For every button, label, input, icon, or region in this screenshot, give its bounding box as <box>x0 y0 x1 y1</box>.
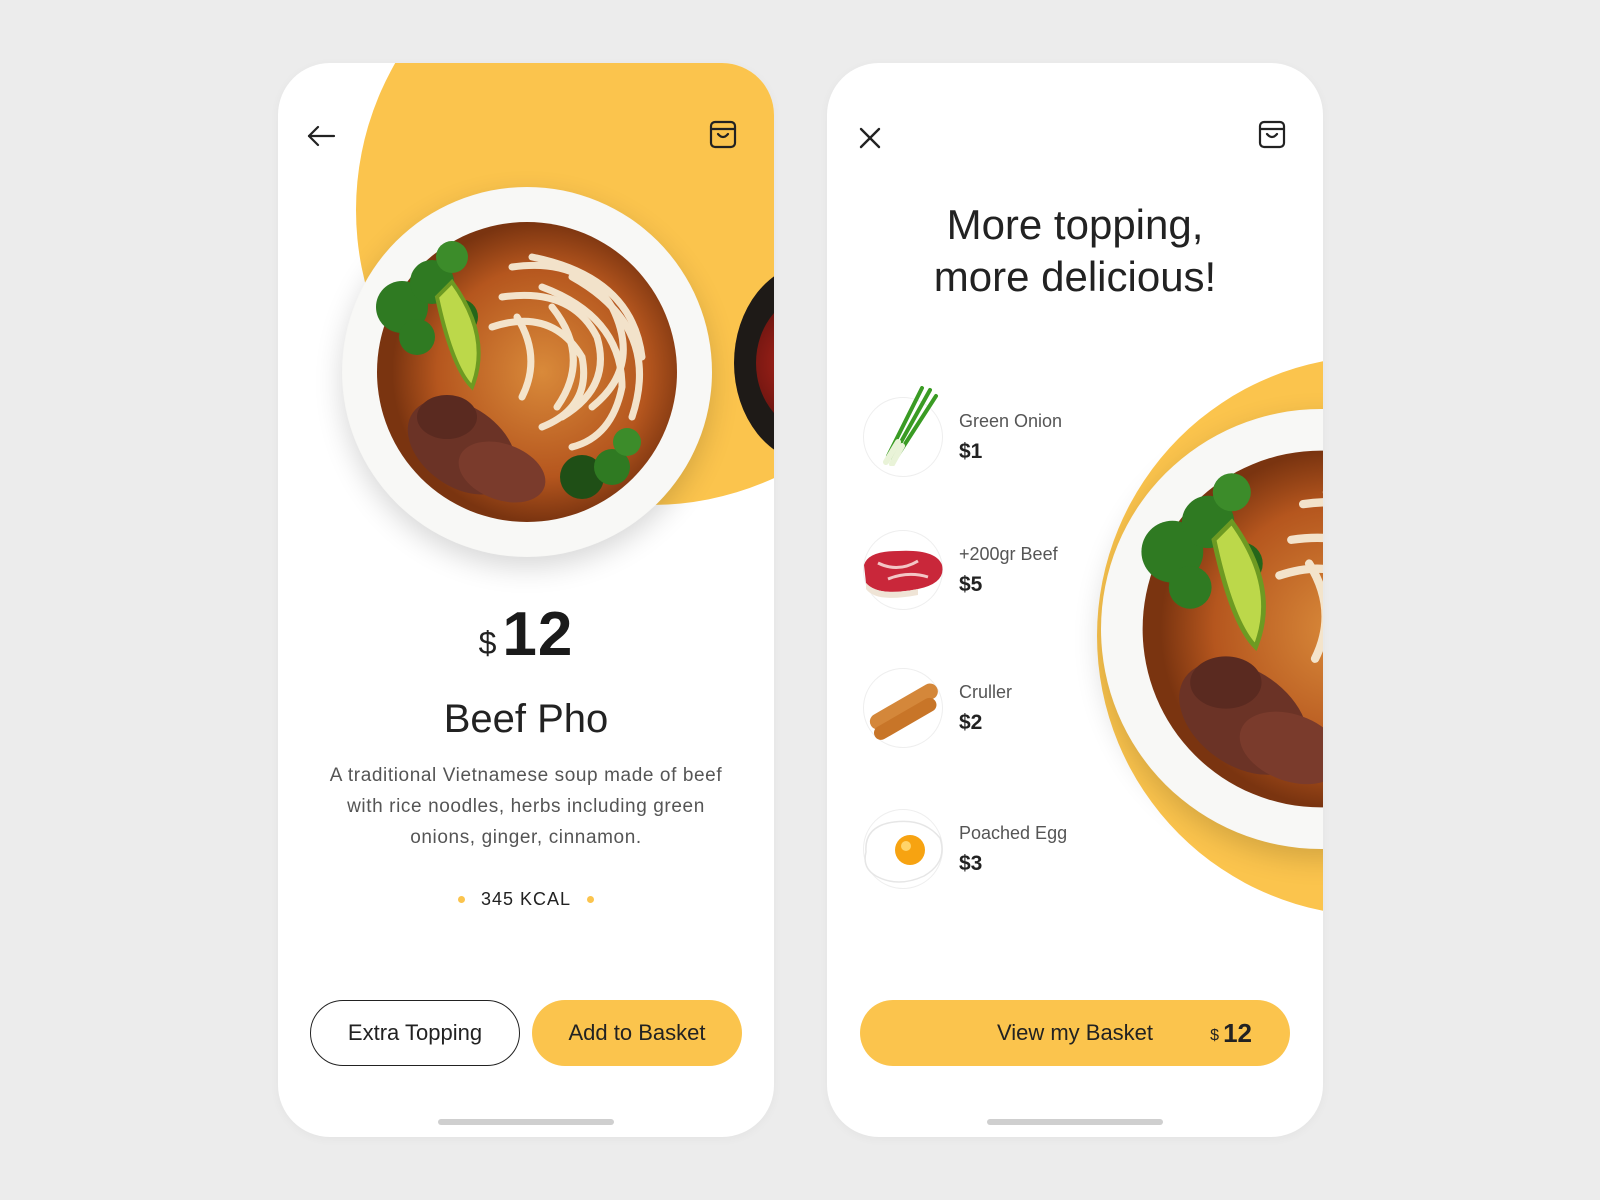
shopping-bag-icon <box>1258 119 1286 154</box>
topping-item-cruller[interactable]: Cruller $2 <box>863 668 1012 748</box>
extra-topping-label: Extra Topping <box>347 1020 483 1045</box>
topping-price: $3 <box>959 851 983 875</box>
close-button[interactable] <box>853 123 887 157</box>
close-icon <box>858 126 882 155</box>
dish-title: Beef Pho <box>443 697 609 741</box>
shopping-bag-icon <box>709 119 737 154</box>
topping-name: Green Onion <box>959 410 1063 431</box>
back-button[interactable] <box>304 121 338 155</box>
cart-button[interactable] <box>1255 119 1289 153</box>
topping-item-beef[interactable]: +200gr Beef $5 <box>863 530 1058 610</box>
green-onion-image[interactable] <box>863 386 943 477</box>
headline-line-1: More topping, <box>946 201 1204 248</box>
cruller-image[interactable] <box>863 668 943 748</box>
topping-price: $5 <box>959 572 983 596</box>
topping-item-poached-egg[interactable]: Poached Egg $3 <box>863 809 1067 889</box>
price-value: 12 <box>502 600 574 669</box>
headline-line-2: more delicious! <box>933 253 1217 300</box>
currency-symbol: $ <box>478 625 497 661</box>
dot-icon <box>587 896 595 903</box>
headline: More topping, more delicious! <box>827 199 1323 303</box>
extra-topping-button[interactable]: Extra Topping <box>310 1000 520 1066</box>
calories-text: 345 KCAL <box>480 889 572 909</box>
home-indicator[interactable] <box>438 1119 614 1125</box>
poached-egg-image[interactable] <box>863 809 943 889</box>
topping-name: +200gr Beef <box>959 543 1058 564</box>
beef-steak-image[interactable] <box>863 530 943 610</box>
beef-pho-bowl-image <box>342 187 712 557</box>
basket-price-value: 12 <box>1223 1017 1252 1048</box>
dot-icon <box>457 896 465 903</box>
basket-total: $ 12 <box>1210 1018 1252 1049</box>
price-display: $ 12 <box>278 599 774 670</box>
topping-screen: More topping, more delicious! Green Onio… <box>827 63 1323 1137</box>
beef-pho-bowl-image <box>1101 409 1323 849</box>
topping-name: Cruller <box>959 681 1013 702</box>
topping-item-green-onion[interactable]: Green Onion $1 <box>863 386 1063 477</box>
cart-button[interactable] <box>706 119 740 153</box>
topping-price: $2 <box>959 710 983 734</box>
view-basket-button[interactable]: View my Basket $ 12 <box>860 1000 1290 1066</box>
calories-badge: 345 KCAL <box>278 889 774 910</box>
add-to-basket-button[interactable]: Add to Basket <box>532 1000 742 1066</box>
dish-description: A traditional Vietnamese soup made of be… <box>329 765 723 848</box>
arrow-left-icon <box>306 124 336 153</box>
add-to-basket-label: Add to Basket <box>568 1020 706 1045</box>
topping-price: $1 <box>959 439 983 463</box>
home-indicator[interactable] <box>987 1119 1163 1125</box>
topping-name: Poached Egg <box>959 822 1068 843</box>
dish-detail-screen: $ 12 Beef Pho A traditional Vietnamese s… <box>278 63 774 1137</box>
basket-currency: $ <box>1210 1026 1220 1044</box>
